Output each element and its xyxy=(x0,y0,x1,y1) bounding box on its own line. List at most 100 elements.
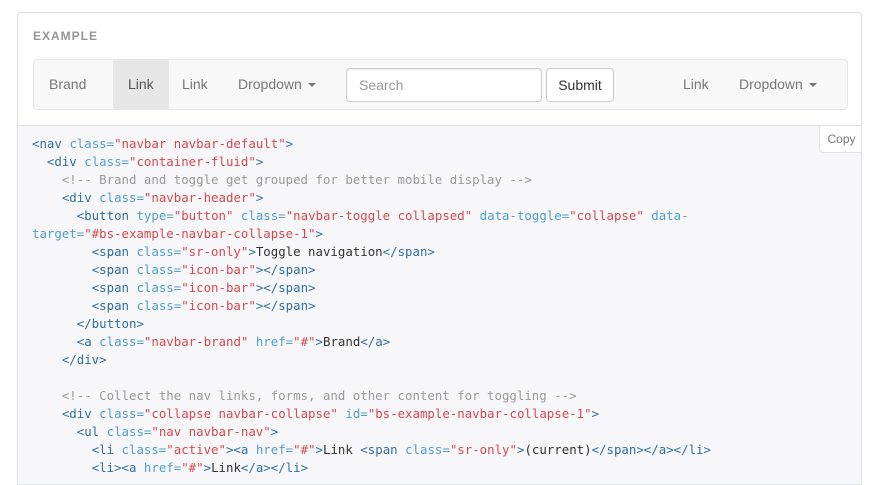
code-token: class= xyxy=(136,244,182,259)
code-line: </button> xyxy=(32,315,732,333)
copy-button[interactable]: Copy xyxy=(819,126,861,153)
code-token: ></span> xyxy=(255,298,316,313)
code-token: "sr-only" xyxy=(449,442,517,457)
code-token: </a></li> xyxy=(240,460,309,475)
code-token: Toggle navigation xyxy=(255,244,383,259)
code-token: </span> xyxy=(382,244,435,259)
nav-dropdown-label: Dropdown xyxy=(238,76,302,92)
code-line: <ul class="nav navbar-nav"> xyxy=(32,423,732,441)
code-line: </div> xyxy=(32,351,732,369)
code-token: "navbar-toggle collapsed" xyxy=(285,208,473,223)
code-token: <span xyxy=(360,442,406,457)
navbar-brand[interactable]: Brand xyxy=(49,60,86,109)
code-line: <div class="container-fluid"> xyxy=(32,153,732,171)
example-panel: EXAMPLE Brand Link Link Dropdown Submit … xyxy=(17,12,862,125)
nav-right-link[interactable]: Link xyxy=(668,60,724,109)
code-block: Copy <nav class="navbar navbar-default">… xyxy=(17,125,862,485)
code-line: <li class="active"><a href="#">Link <spa… xyxy=(32,441,732,459)
code-token: <div xyxy=(46,154,85,169)
code-token: "sr-only" xyxy=(181,244,249,259)
code-token: href= xyxy=(255,334,294,349)
code-token: <button xyxy=(76,208,137,223)
code-token: "icon-bar" xyxy=(181,298,256,313)
code-token: > xyxy=(285,136,294,151)
code-token: class= xyxy=(106,424,152,439)
code-token: "#" xyxy=(293,334,316,349)
code-token: href= xyxy=(143,460,182,475)
code-token: Brand xyxy=(323,334,361,349)
code-token: </button> xyxy=(76,316,144,331)
code-line: <li><a href="#">Link</a></li> xyxy=(32,459,732,477)
code-line: <span class="sr-only">Toggle navigation<… xyxy=(32,243,732,261)
nav-link[interactable]: Link xyxy=(167,60,223,109)
code-token: "nav navbar-nav" xyxy=(151,424,271,439)
nav-right-dropdown[interactable]: Dropdown xyxy=(724,60,832,109)
code-token: class= xyxy=(99,334,144,349)
code-token: <span xyxy=(91,262,137,277)
search-input[interactable] xyxy=(346,68,542,102)
code-token: "bs-example-navbar-collapse-1" xyxy=(367,406,592,421)
code-token: Link xyxy=(323,442,361,457)
code-line: <nav class="navbar navbar-default"> xyxy=(32,135,732,153)
code-token: <ul xyxy=(76,424,107,439)
code-token: </a> xyxy=(360,334,391,349)
code-token: <span xyxy=(91,244,137,259)
code-token: class= xyxy=(99,190,144,205)
nav-dropdown[interactable]: Dropdown xyxy=(223,60,331,109)
code-token: ><a xyxy=(225,442,256,457)
code-token: > xyxy=(270,424,279,439)
code-token: class= xyxy=(121,442,167,457)
code-token: <div xyxy=(61,406,100,421)
code-token: <div xyxy=(61,190,100,205)
code-token: <!-- Collect the nav links, forms, and o… xyxy=(61,388,577,403)
code-token: "icon-bar" xyxy=(181,280,256,295)
code-token: class= xyxy=(136,298,182,313)
code-token: <!-- Brand and toggle get grouped for be… xyxy=(61,172,532,187)
code-line: <div class="navbar-header"> xyxy=(32,189,732,207)
code-token: Link xyxy=(211,460,241,475)
code-token: "#" xyxy=(293,442,316,457)
code-token: class= xyxy=(69,136,115,151)
code-token: type= xyxy=(136,208,174,223)
code-line: <a class="navbar-brand" href="#">Brand</… xyxy=(32,333,732,351)
code-token: ></span> xyxy=(255,262,316,277)
code-token: "collapse navbar-collapse" xyxy=(143,406,338,421)
nav-right-dropdown-label: Dropdown xyxy=(739,76,803,92)
code-token: "icon-bar" xyxy=(181,262,256,277)
nav-link-active[interactable]: Link xyxy=(113,60,169,109)
code-token: class= xyxy=(99,406,144,421)
code-token: "navbar-header" xyxy=(143,190,256,205)
code-token: <li><a xyxy=(91,460,144,475)
code-token: > xyxy=(255,190,264,205)
code-line: <button type="button" class="navbar-togg… xyxy=(32,207,732,225)
code-token: class= xyxy=(405,442,450,457)
code-token: target= xyxy=(32,226,85,241)
code-line: <!-- Collect the nav links, forms, and o… xyxy=(32,387,732,405)
caret-down-icon xyxy=(808,83,817,88)
navbar: Brand Link Link Dropdown Submit Link Dro… xyxy=(33,59,848,110)
code-token: "button" xyxy=(173,208,234,223)
code-token: id= xyxy=(345,406,368,421)
code-token: ></span> xyxy=(255,280,316,295)
submit-button[interactable]: Submit xyxy=(546,68,614,102)
code-token: class= xyxy=(240,208,286,223)
code-line: target="#bs-example-navbar-collapse-1"> xyxy=(32,225,732,243)
